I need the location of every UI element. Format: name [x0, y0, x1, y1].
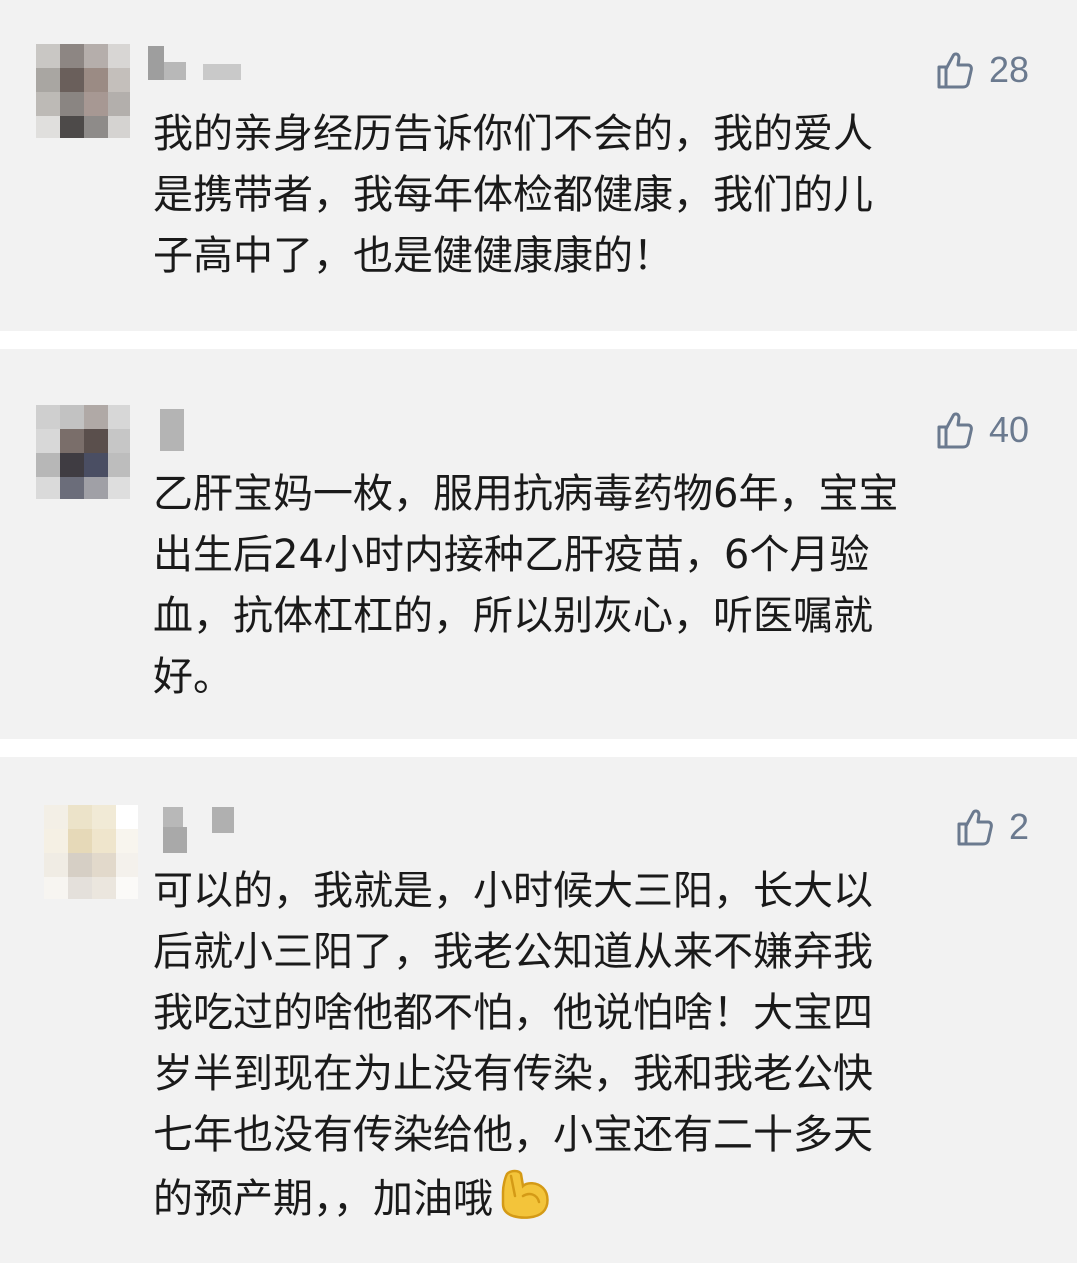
thumbs-up-icon: [935, 50, 975, 90]
like-button[interactable]: 40: [935, 408, 1029, 452]
comment-card: 2 可以的，我就是，小时候大三阳，长大以 后就小三阳了，我老公知道从来不嫌弃我 …: [0, 757, 1077, 1263]
avatar[interactable]: [44, 805, 138, 899]
flexed-biceps-emoji: [497, 1166, 553, 1240]
comment-text: 我的亲身经历告诉你们不会的，我的爱人 是携带者，我每年体检都健康，我们的儿 子高…: [153, 111, 873, 279]
like-button[interactable]: 28: [935, 48, 1029, 92]
like-count: 28: [988, 49, 1029, 90]
thumbs-up-icon: [955, 807, 995, 847]
like-button[interactable]: 2: [955, 805, 1029, 849]
like-count: 40: [988, 409, 1029, 450]
like-count: 2: [1008, 806, 1029, 847]
avatar[interactable]: [36, 405, 130, 499]
avatar[interactable]: [36, 44, 130, 138]
thumbs-up-icon: [935, 410, 975, 450]
comment-body: 可以的，我就是，小时候大三阳，长大以 后就小三阳了，我老公知道从来不嫌弃我 我吃…: [153, 861, 1023, 1240]
comment-card: 28 我的亲身经历告诉你们不会的，我的爱人 是携带者，我每年体检都健康，我们的儿…: [0, 0, 1077, 331]
comment-text: 乙肝宝妈一枚，服用抗病毒药物6年，宝宝 出生后24小时内接种乙肝疫苗，6个月验 …: [153, 471, 899, 700]
comment-card: 40 乙肝宝妈一枚，服用抗病毒药物6年，宝宝 出生后24小时内接种乙肝疫苗，6个…: [0, 349, 1077, 739]
